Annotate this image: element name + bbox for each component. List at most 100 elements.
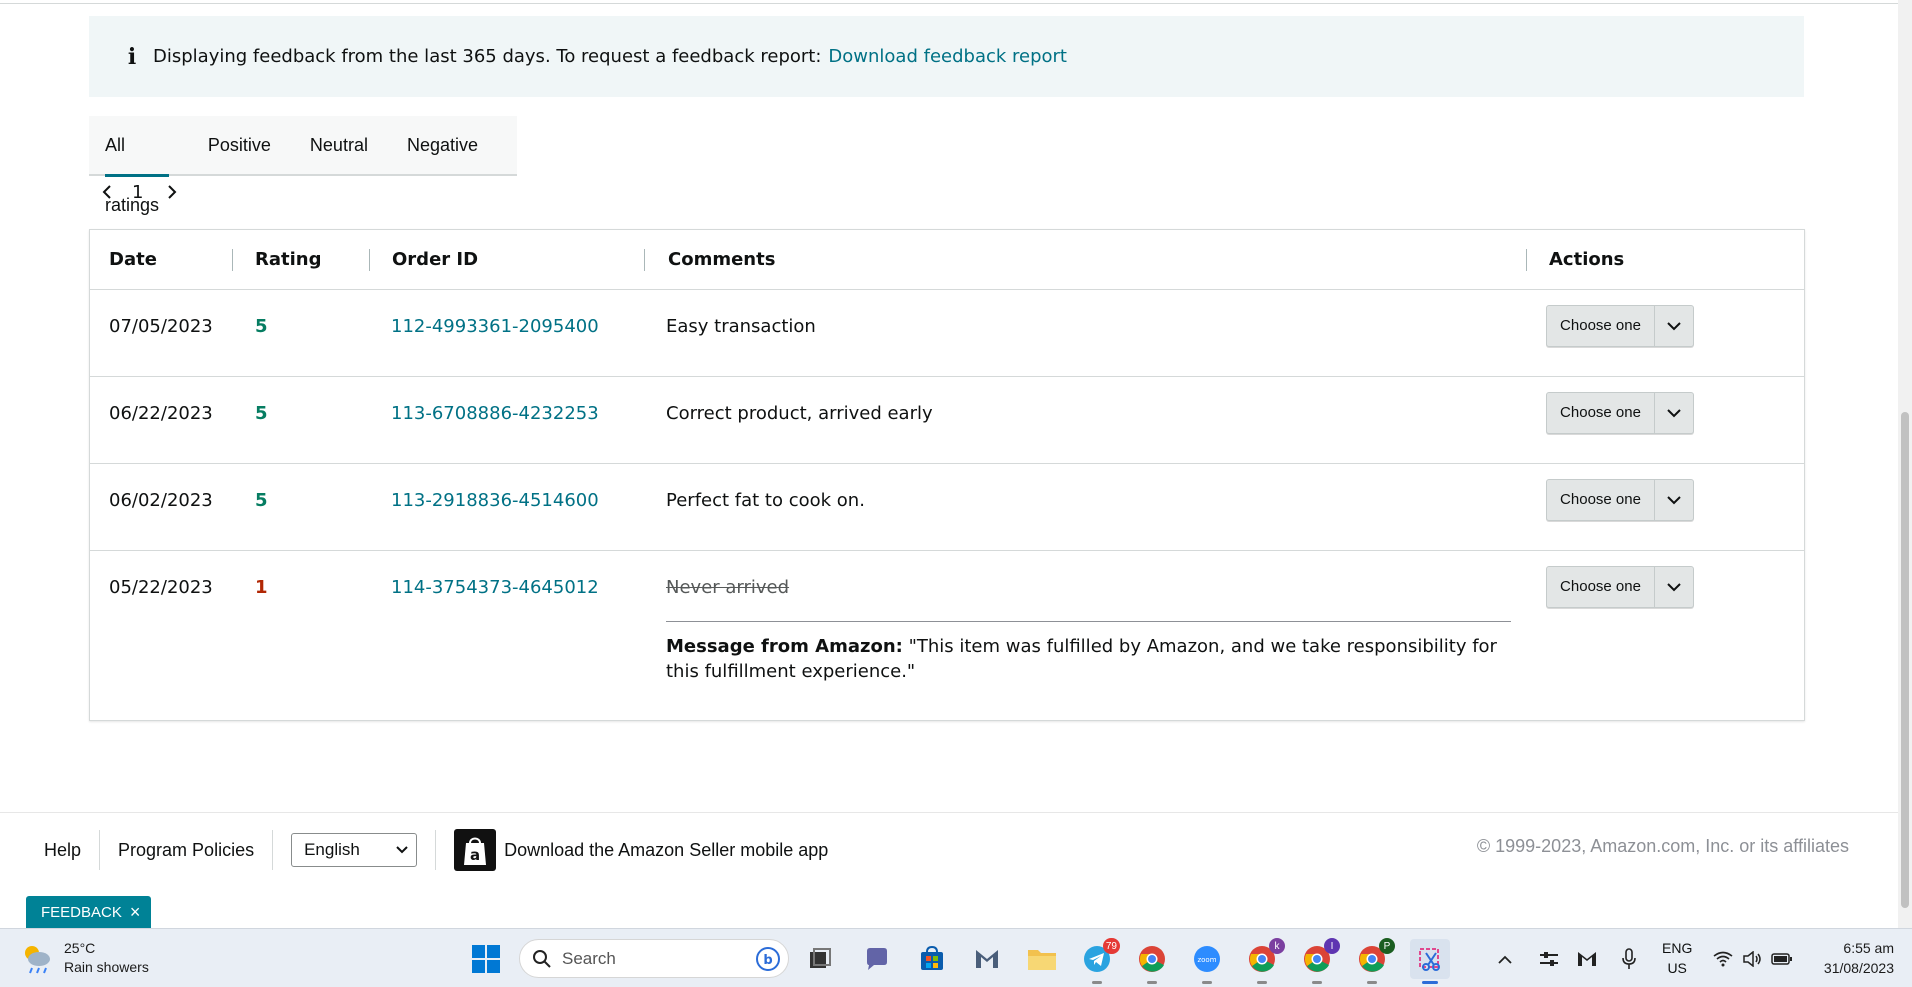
table-row: 06/02/2023 5 113-2918836-4514600 Perfect… xyxy=(90,464,1804,551)
copyright: © 1999-2023, Amazon.com, Inc. or its aff… xyxy=(1476,836,1849,856)
file-explorer-icon[interactable] xyxy=(1025,942,1059,976)
tab-all-ratings[interactable]: All ratings xyxy=(105,115,169,215)
download-app-link[interactable]: Download the Amazon Seller mobile app xyxy=(504,840,828,861)
top-border xyxy=(0,0,1898,4)
weather-condition: Rain showers xyxy=(64,959,149,975)
action-select[interactable]: Choose one xyxy=(1546,566,1694,608)
chrome-icon[interactable] xyxy=(1135,942,1169,984)
tab-negative[interactable]: Negative xyxy=(407,115,478,175)
action-select-label: Choose one xyxy=(1547,567,1655,607)
table-header: Date Rating Order ID Comments Actions xyxy=(90,230,1804,290)
prev-page-icon[interactable] xyxy=(96,181,118,203)
next-page-icon[interactable] xyxy=(161,181,183,203)
header-date: Date xyxy=(109,249,157,270)
order-id-link[interactable]: 112-4993361-2095400 xyxy=(391,316,599,338)
row-comment: Correct product, arrived early xyxy=(666,403,933,424)
action-select[interactable]: Choose one xyxy=(1546,479,1694,521)
settings-sliders-icon[interactable] xyxy=(1534,942,1564,976)
current-page[interactable]: 1 xyxy=(132,182,143,203)
table-row: 05/22/2023 1 114-3754373-4645012 Never a… xyxy=(90,551,1804,721)
chrome-profile-i-icon[interactable]: I xyxy=(1300,938,1340,984)
search-placeholder: Search xyxy=(562,948,616,968)
page: i Displaying feedback from the last 365 … xyxy=(0,0,1912,987)
zoom-icon[interactable]: zoom xyxy=(1190,942,1224,984)
volume-icon[interactable] xyxy=(1740,942,1766,976)
program-policies-link[interactable]: Program Policies xyxy=(118,840,254,861)
row-date: 07/05/2023 xyxy=(109,316,213,337)
info-banner: i Displaying feedback from the last 365 … xyxy=(89,16,1804,97)
telegram-icon[interactable]: 79 xyxy=(1080,938,1120,984)
help-link[interactable]: Help xyxy=(44,840,81,861)
banner-text: Displaying feedback from the last 365 da… xyxy=(153,46,822,67)
header-order-id: Order ID xyxy=(392,249,479,270)
language-select[interactable]: English xyxy=(291,833,418,867)
clock-date: 31/08/2023 xyxy=(1823,960,1894,976)
chrome-profile-p-icon[interactable]: P xyxy=(1355,938,1395,984)
order-id-link[interactable]: 113-6708886-4232253 xyxy=(391,403,599,425)
column-divider[interactable] xyxy=(369,249,370,271)
footer-separator xyxy=(99,830,101,870)
amazon-message: Message from Amazon: "This item was fulf… xyxy=(666,621,1511,684)
download-feedback-report-link[interactable]: Download feedback report xyxy=(828,46,1067,67)
battery-icon[interactable] xyxy=(1769,942,1795,976)
amazon-seller-app-icon[interactable]: a xyxy=(454,829,497,871)
column-divider[interactable] xyxy=(1526,249,1527,271)
language-code: ENG xyxy=(1662,940,1693,956)
amazon-message-label: Message from Amazon: xyxy=(666,636,903,657)
running-indicator xyxy=(1257,981,1267,984)
taskbar-search[interactable]: Search b xyxy=(519,939,789,978)
weather-widget[interactable]: 25°C Rain showers xyxy=(20,939,149,977)
action-select[interactable]: Choose one xyxy=(1546,305,1694,347)
microphone-icon[interactable] xyxy=(1614,942,1644,976)
row-comment: Perfect fat to cook on. xyxy=(666,490,865,511)
store-icon[interactable] xyxy=(915,942,949,976)
language-value: English xyxy=(304,840,360,859)
action-select-label: Choose one xyxy=(1547,393,1655,433)
teams-chat-icon[interactable] xyxy=(860,942,894,976)
windows-start-icon[interactable] xyxy=(469,942,503,976)
snipping-tool-icon[interactable] xyxy=(1410,939,1450,984)
footer-separator xyxy=(272,830,274,870)
chevron-down-icon xyxy=(396,846,408,854)
footer: Help Program Policies English a Download… xyxy=(44,828,828,872)
header-comments: Comments xyxy=(668,249,776,270)
task-view-icon[interactable] xyxy=(803,942,837,976)
gmail-icon[interactable] xyxy=(970,942,1004,976)
wifi-icon[interactable] xyxy=(1710,942,1736,976)
row-rating: 5 xyxy=(255,316,268,337)
tab-positive[interactable]: Positive xyxy=(208,115,271,175)
scrollbar-thumb[interactable] xyxy=(1901,412,1909,908)
chevron-down-icon xyxy=(1655,393,1693,433)
row-rating: 5 xyxy=(255,403,268,424)
system-clock[interactable]: 6:55 am 31/08/2023 xyxy=(1824,938,1894,978)
row-comment: Easy transaction xyxy=(666,316,816,337)
page-scrollbar[interactable] xyxy=(1898,0,1912,928)
rating-tabs: All ratings Positive Neutral Negative xyxy=(89,115,517,215)
row-comment-struck: Never arrived xyxy=(666,577,790,598)
footer-divider xyxy=(0,812,1898,813)
svg-text:b: b xyxy=(763,953,772,968)
action-select-label: Choose one xyxy=(1547,306,1655,346)
column-divider[interactable] xyxy=(232,249,233,271)
order-id-link[interactable]: 113-2918836-4514600 xyxy=(391,490,599,512)
svg-text:zoom: zoom xyxy=(1197,956,1216,964)
action-select[interactable]: Choose one xyxy=(1546,392,1694,434)
feedback-button[interactable]: FEEDBACK × xyxy=(26,896,151,928)
chrome-profile-k-icon[interactable]: k xyxy=(1245,938,1285,984)
bing-icon: b xyxy=(756,946,780,971)
input-language[interactable]: ENG US xyxy=(1662,938,1692,978)
header-actions: Actions xyxy=(1549,249,1625,270)
chevron-up-icon[interactable] xyxy=(1493,942,1517,976)
running-indicator xyxy=(1147,981,1157,984)
table-row: 06/22/2023 5 113-6708886-4232253 Correct… xyxy=(90,377,1804,464)
row-date: 06/22/2023 xyxy=(109,403,213,424)
order-id-link[interactable]: 114-3754373-4645012 xyxy=(391,577,599,599)
tab-neutral[interactable]: Neutral xyxy=(310,115,368,175)
close-icon[interactable]: × xyxy=(130,902,141,923)
column-divider[interactable] xyxy=(644,249,645,271)
gmail-tray-icon[interactable] xyxy=(1572,942,1602,976)
running-indicator xyxy=(1312,981,1322,984)
pagination: 1 xyxy=(96,178,183,206)
active-indicator xyxy=(1422,981,1438,984)
row-date: 06/02/2023 xyxy=(109,490,213,511)
